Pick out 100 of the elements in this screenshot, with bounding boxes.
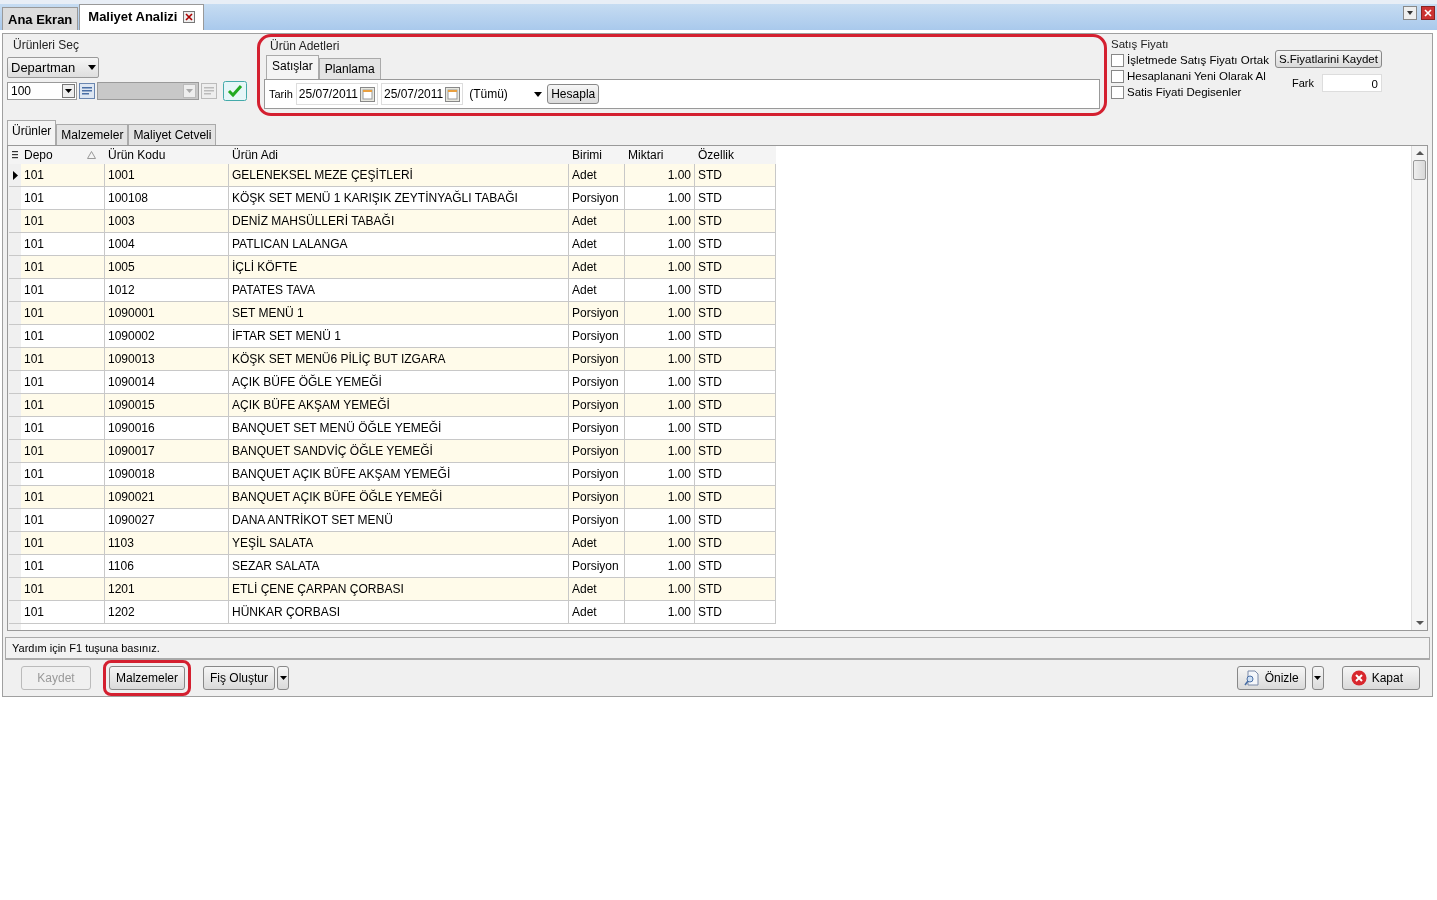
table-cell: İFTAR SET MENÜ 1: [229, 325, 569, 347]
list-icon[interactable]: [79, 83, 95, 99]
tab[interactable]: Maliyet Cetveli: [128, 124, 217, 145]
table-cell: AÇIK BÜFE AKŞAM YEMEĞİ: [229, 394, 569, 416]
tab[interactable]: Satışlar: [266, 55, 319, 79]
table-cell: STD: [695, 233, 776, 255]
table-cell: Porsiyon: [569, 486, 625, 508]
checkbox[interactable]: [1111, 85, 1124, 99]
close-icon[interactable]: [1421, 6, 1435, 20]
table-cell: DANA ANTRİKOT SET MENÜ: [229, 509, 569, 531]
table-cell: GELENEKSEL MEZE ÇEŞİTLERİ: [229, 164, 569, 186]
document-tab[interactable]: Ana Ekran: [2, 7, 79, 30]
calendar-icon[interactable]: [445, 86, 461, 102]
table-cell: 1090013: [105, 348, 229, 370]
table-cell: STD: [695, 187, 776, 209]
table-cell: 101: [21, 325, 105, 347]
table-cell: 1.00: [625, 486, 695, 508]
save-prices-button[interactable]: S.Fiyatlarini Kaydet: [1274, 50, 1382, 68]
calculate-button[interactable]: Hesapla: [547, 84, 600, 104]
action-button[interactable]: Malzemeler: [109, 666, 185, 690]
table-cell: AÇIK BÜFE ÖĞLE YEMEĞİ: [229, 371, 569, 393]
table-cell: STD: [695, 371, 776, 393]
column-header[interactable]: Birimi: [569, 148, 625, 162]
type-dropdown[interactable]: Departman: [7, 57, 99, 78]
table-cell: 101: [21, 555, 105, 577]
create-slip-button[interactable]: Fiş Oluştur: [203, 666, 276, 690]
column-chooser-icon[interactable]: [9, 149, 21, 161]
column-header[interactable]: Ürün Kodu: [105, 148, 229, 162]
date-field[interactable]: 25/07/2011: [295, 83, 378, 105]
table-cell: 1.00: [625, 233, 695, 255]
difference-field[interactable]: 0: [1321, 74, 1382, 92]
close-icon: [1350, 670, 1367, 686]
close-button[interactable]: Kapat: [1341, 666, 1420, 690]
table-cell: PATATES TAVA: [229, 279, 569, 301]
date-field[interactable]: 25/07/2011: [381, 83, 464, 105]
table-cell: KÖŞK SET MENÜ 1 KARIŞIK ZEYTİNYAĞLI TABAĞI: [229, 187, 569, 209]
table-cell: Porsiyon: [569, 509, 625, 531]
table-cell: 101: [21, 394, 105, 416]
table-cell: 1.00: [625, 210, 695, 232]
table-cell: Porsiyon: [569, 394, 625, 416]
table-cell: Adet: [569, 578, 625, 600]
table-cell: 101: [21, 601, 105, 623]
table-cell: Adet: [569, 279, 625, 301]
table-cell: 1090017: [105, 440, 229, 462]
table-cell: Adet: [569, 164, 625, 186]
table-cell: 101: [21, 509, 105, 531]
table-cell: 101: [21, 371, 105, 393]
table-cell: 101: [21, 233, 105, 255]
table-cell: 1.00: [625, 417, 695, 439]
scroll-up-icon[interactable]: [1414, 149, 1425, 157]
dropdown-icon[interactable]: [1403, 6, 1417, 20]
dropdown-button[interactable]: [1311, 666, 1324, 690]
table-cell: SEZAR SALATA: [229, 555, 569, 577]
item-dropdown[interactable]: [97, 82, 199, 100]
table-cell: Porsiyon: [569, 187, 625, 209]
scrollbar-thumb[interactable]: [1413, 160, 1426, 180]
table-cell: 1001: [105, 164, 229, 186]
group-title: Ürünleri Seç: [12, 37, 81, 54]
checkbox[interactable]: [1111, 69, 1124, 83]
table-cell: STD: [695, 164, 776, 186]
caret-icon: [534, 91, 543, 97]
table-cell: Adet: [569, 601, 625, 623]
table-cell: 1090002: [105, 325, 229, 347]
table-cell: 101: [21, 578, 105, 600]
tab[interactable]: Malzemeler: [56, 124, 129, 145]
difference-label: Fark: [1291, 77, 1314, 89]
scroll-down-icon[interactable]: [1414, 619, 1425, 627]
table-cell: 1.00: [625, 256, 695, 278]
table-cell: STD: [695, 256, 776, 278]
dropdown-button[interactable]: [62, 84, 75, 98]
table-cell: 101: [21, 486, 105, 508]
table-cell: ETLİ ÇENE ÇARPAN ÇORBASI: [229, 578, 569, 600]
code-field[interactable]: 100: [7, 82, 77, 100]
table-cell: BANQUET SANDVİÇ ÖĞLE YEMEĞİ: [229, 440, 569, 462]
table-cell: STD: [695, 486, 776, 508]
tab[interactable]: Ürünler: [7, 120, 57, 145]
table-cell: PATLICAN LALANGA: [229, 233, 569, 255]
table-cell: 1003: [105, 210, 229, 232]
column-header[interactable]: Miktari: [625, 148, 695, 162]
dropdown-button[interactable]: [277, 666, 290, 690]
table-cell: SET MENÜ 1: [229, 302, 569, 324]
table-cell: 101: [21, 532, 105, 554]
table-cell: STD: [695, 394, 776, 416]
table-cell: Porsiyon: [569, 463, 625, 485]
column-header[interactable]: Ürün Adi: [229, 148, 569, 162]
tab[interactable]: Planlama: [318, 58, 381, 79]
date-label: Tarih: [269, 88, 293, 100]
check-icon[interactable]: [223, 81, 247, 101]
table-cell: BANQUET SET MENÜ ÖĞLE YEMEĞİ: [229, 417, 569, 439]
calendar-icon[interactable]: [360, 86, 375, 102]
table-cell: 1103: [105, 532, 229, 554]
table-cell: STD: [695, 210, 776, 232]
checkbox[interactable]: [1111, 53, 1124, 67]
column-header[interactable]: Depo: [21, 148, 105, 162]
table-cell: 1.00: [625, 555, 695, 577]
preview-button[interactable]: Önizle: [1236, 666, 1306, 690]
column-header[interactable]: Özellik: [695, 148, 776, 162]
close-icon[interactable]: [183, 10, 196, 23]
table-cell: 101: [21, 164, 105, 186]
document-tab[interactable]: Maliyet Analizi: [79, 4, 205, 30]
